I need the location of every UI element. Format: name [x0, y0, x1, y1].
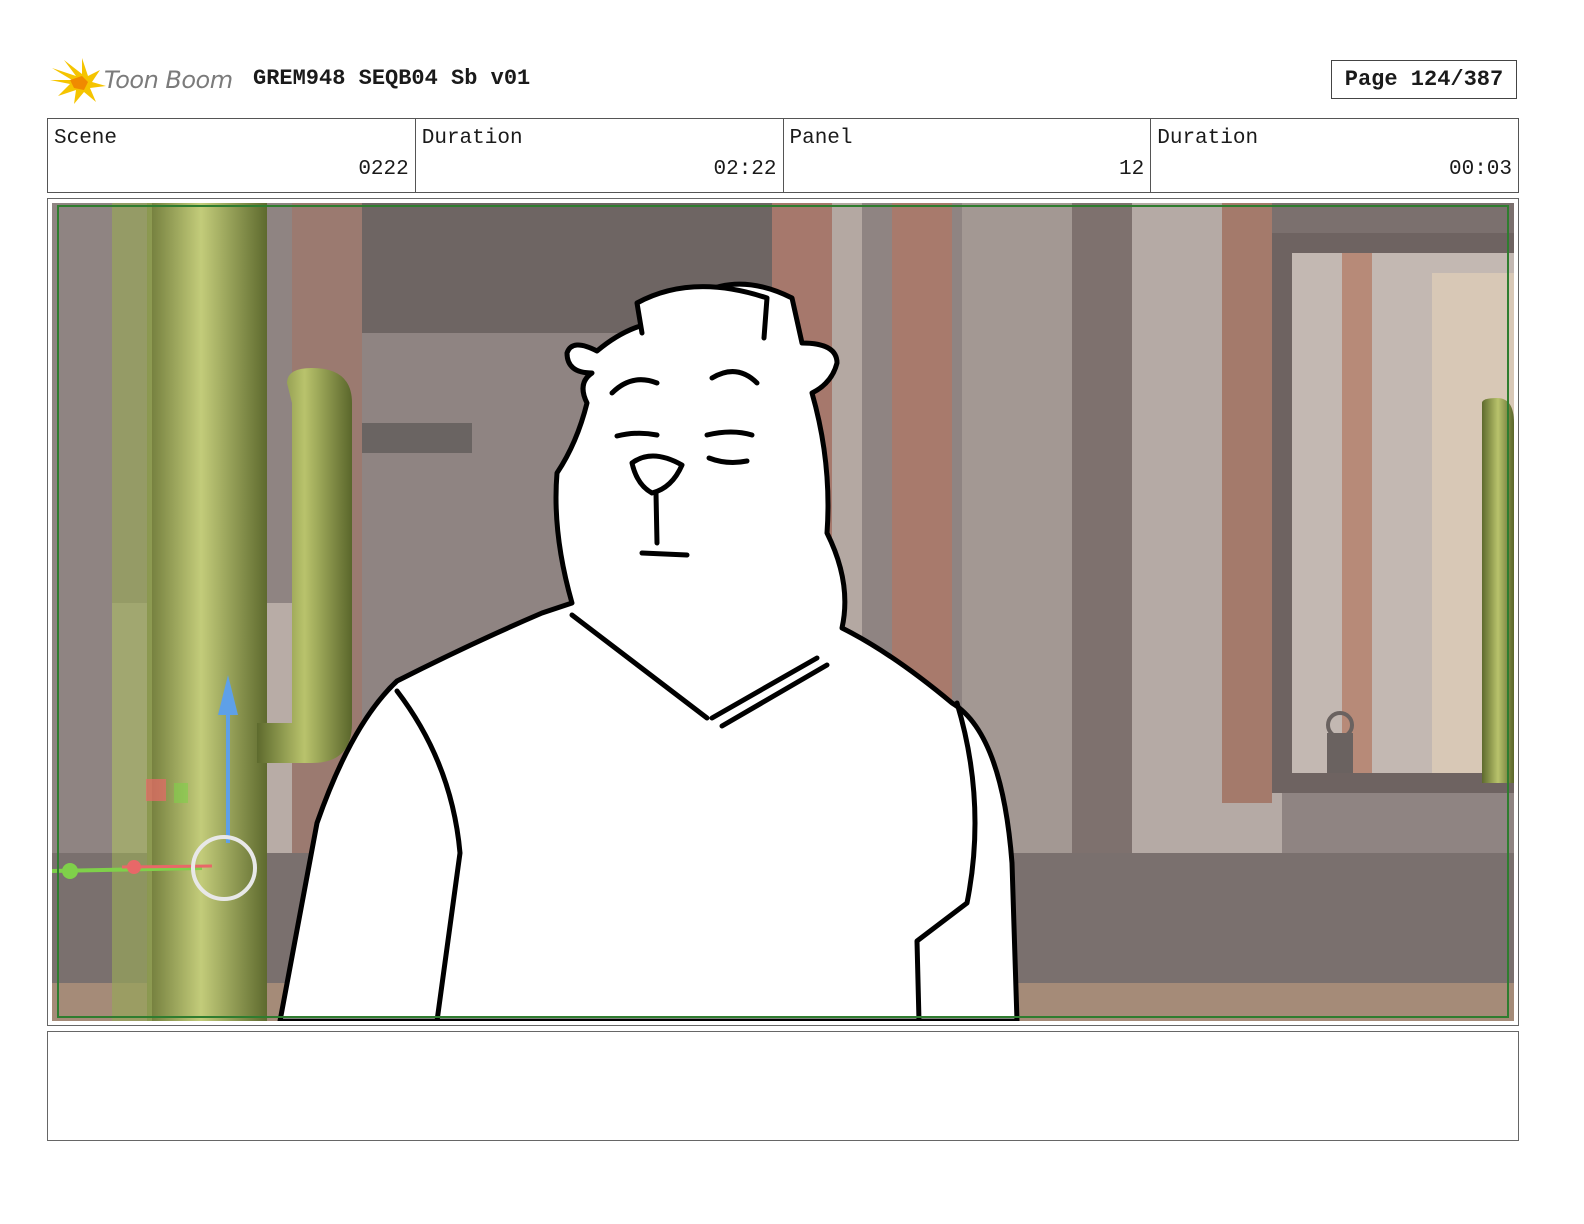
scene-duration-value: 02:22 — [713, 158, 777, 181]
panel-label: Panel — [789, 127, 853, 150]
notes-box — [47, 1031, 1519, 1141]
logo-text: Toon Boom — [104, 66, 233, 94]
document-title: GREM948 SEQB04 Sb v01 — [253, 66, 531, 91]
page-number: Page 124/387 — [1331, 60, 1517, 99]
scene-duration-cell: Duration 02:22 — [416, 119, 784, 192]
panel-cell: Panel 12 — [784, 119, 1152, 192]
toon-boom-logo: Toon Boom — [50, 56, 240, 106]
panel-duration-cell: Duration 00:03 — [1151, 119, 1518, 192]
panel-info-table: Scene 0222 Duration 02:22 Panel 12 Durat… — [47, 118, 1519, 193]
panel-duration-label: Duration — [1157, 127, 1259, 150]
scene-cell: Scene 0222 — [48, 119, 416, 192]
panel-duration-value: 00:03 — [1448, 158, 1512, 181]
scene-duration-label: Duration — [421, 127, 523, 150]
panel-value: 12 — [1119, 158, 1145, 181]
scene-label: Scene — [54, 127, 118, 150]
scene-value: 0222 — [358, 158, 409, 181]
panel-drawing — [52, 203, 1514, 1021]
storyboard-panel-image — [52, 203, 1514, 1021]
logo-burst-icon — [50, 58, 106, 104]
